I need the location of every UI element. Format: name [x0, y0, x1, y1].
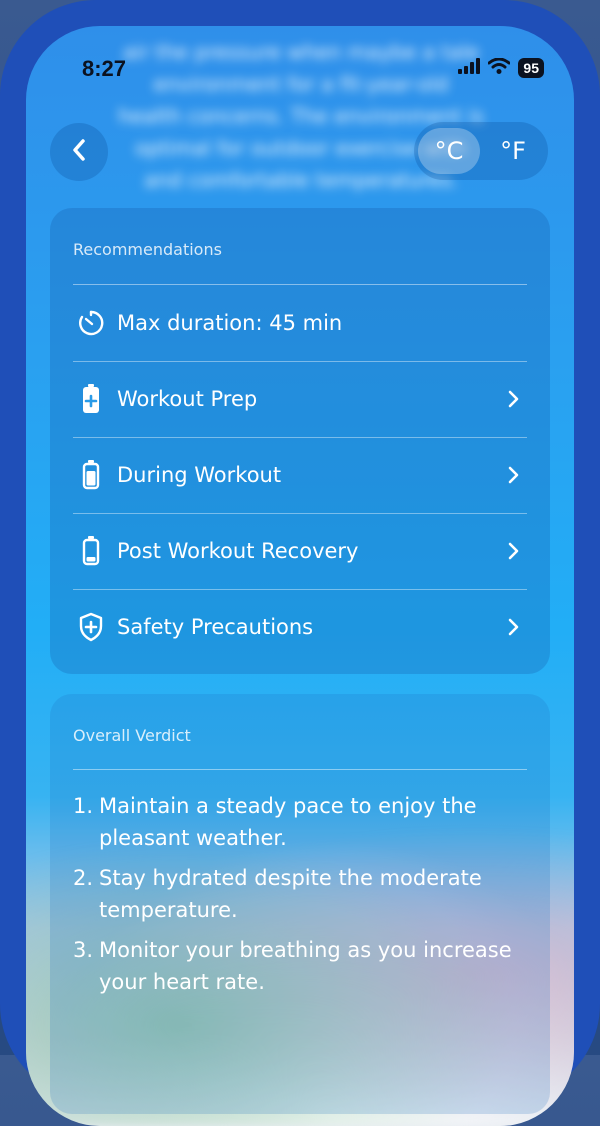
verdict-card: Overall Verdict 1. Maintain a steady pac… — [50, 694, 550, 1114]
unit-toggle: °C °F — [414, 122, 548, 180]
chevron-right-icon — [503, 465, 523, 485]
during-workout-row[interactable]: During Workout — [73, 437, 527, 514]
max-duration-row: Max duration: 45 min — [73, 285, 527, 362]
safety-precautions-label: Safety Precautions — [117, 615, 314, 639]
recommendations-title: Recommendations — [73, 240, 222, 259]
verdict-list: 1. Maintain a steady pace to enjoy the p… — [73, 790, 527, 1006]
celsius-option[interactable]: °C — [418, 128, 480, 174]
chevron-left-icon — [71, 138, 87, 166]
chevron-right-icon — [503, 617, 523, 637]
fahrenheit-option[interactable]: °F — [482, 128, 544, 174]
max-duration-label: Max duration: 45 min — [117, 311, 343, 335]
shield-plus-icon — [77, 612, 105, 642]
verdict-item: 2. Stay hydrated despite the moderate te… — [73, 866, 482, 922]
back-button[interactable] — [50, 123, 108, 181]
workout-prep-label: Workout Prep — [117, 387, 258, 411]
app-screen: air the pressure when maybe a tale envir… — [26, 26, 574, 1126]
wifi-icon — [487, 57, 511, 78]
during-workout-label: During Workout — [117, 463, 282, 487]
battery-plus-icon — [77, 384, 105, 413]
divider — [73, 769, 527, 770]
workout-prep-row[interactable]: Workout Prep — [73, 361, 527, 438]
safety-precautions-row[interactable]: Safety Precautions — [73, 589, 527, 665]
verdict-title: Overall Verdict — [73, 726, 191, 745]
status-bar: 8:27 95 — [26, 56, 574, 86]
chevron-right-icon — [503, 541, 523, 561]
verdict-item: 1. Maintain a steady pace to enjoy the p… — [73, 794, 477, 850]
status-time: 8:27 — [82, 56, 127, 81]
chevron-right-icon — [503, 389, 523, 409]
timer-icon — [77, 309, 105, 337]
battery-low-icon — [77, 536, 105, 566]
verdict-item: 3. Monitor your breathing as you increas… — [73, 938, 512, 994]
battery-indicator: 95 — [518, 58, 544, 78]
post-workout-label: Post Workout Recovery — [117, 539, 359, 563]
recommendations-card: Recommendations Max duration: 45 min Wor… — [50, 208, 550, 674]
battery-half-icon — [77, 460, 105, 490]
signal-icon — [458, 58, 481, 78]
post-workout-row[interactable]: Post Workout Recovery — [73, 513, 527, 590]
